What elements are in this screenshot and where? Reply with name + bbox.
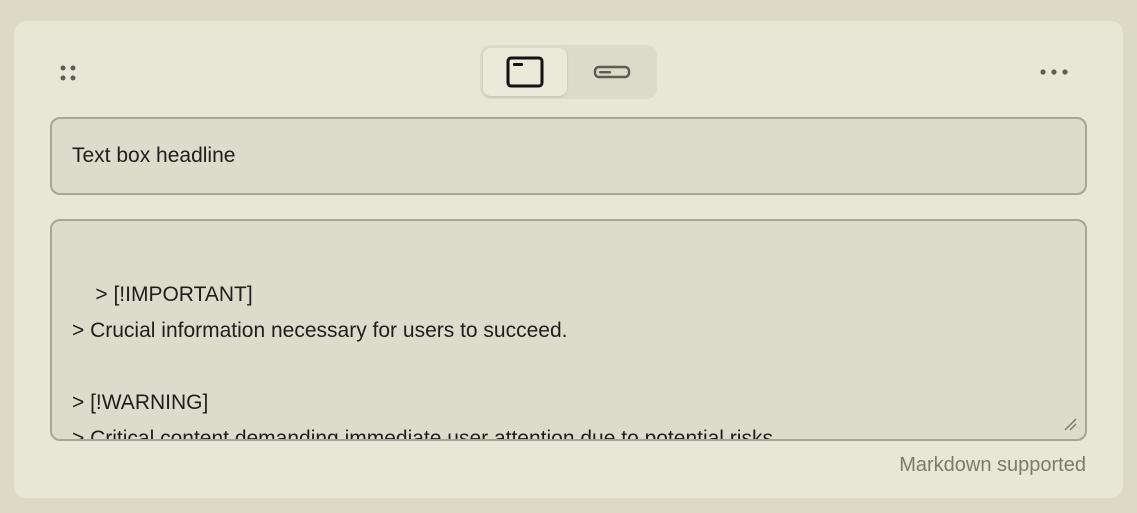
resize-grip-icon[interactable]	[1063, 417, 1077, 431]
headline-input-value: Text box headline	[72, 144, 236, 167]
markdown-hint: Markdown supported	[899, 454, 1086, 476]
text-box-card: Text box headline > [!IMPORTANT] > Cruci…	[14, 21, 1123, 498]
view-mode-window-button[interactable]	[483, 48, 567, 96]
window-frame-icon	[506, 56, 544, 88]
body-textarea-value: > [!IMPORTANT] > Crucial information nec…	[72, 283, 779, 441]
body-textarea[interactable]: > [!IMPORTANT] > Crucial information nec…	[50, 219, 1087, 441]
view-mode-toggle	[480, 45, 657, 99]
more-options-button[interactable]	[1033, 59, 1075, 85]
drag-dots-icon[interactable]	[57, 63, 79, 85]
headline-input[interactable]: Text box headline	[50, 117, 1087, 195]
ellipsis-icon	[1040, 69, 1068, 75]
compact-bar-icon	[593, 65, 631, 79]
view-mode-compact-button[interactable]	[570, 48, 654, 96]
